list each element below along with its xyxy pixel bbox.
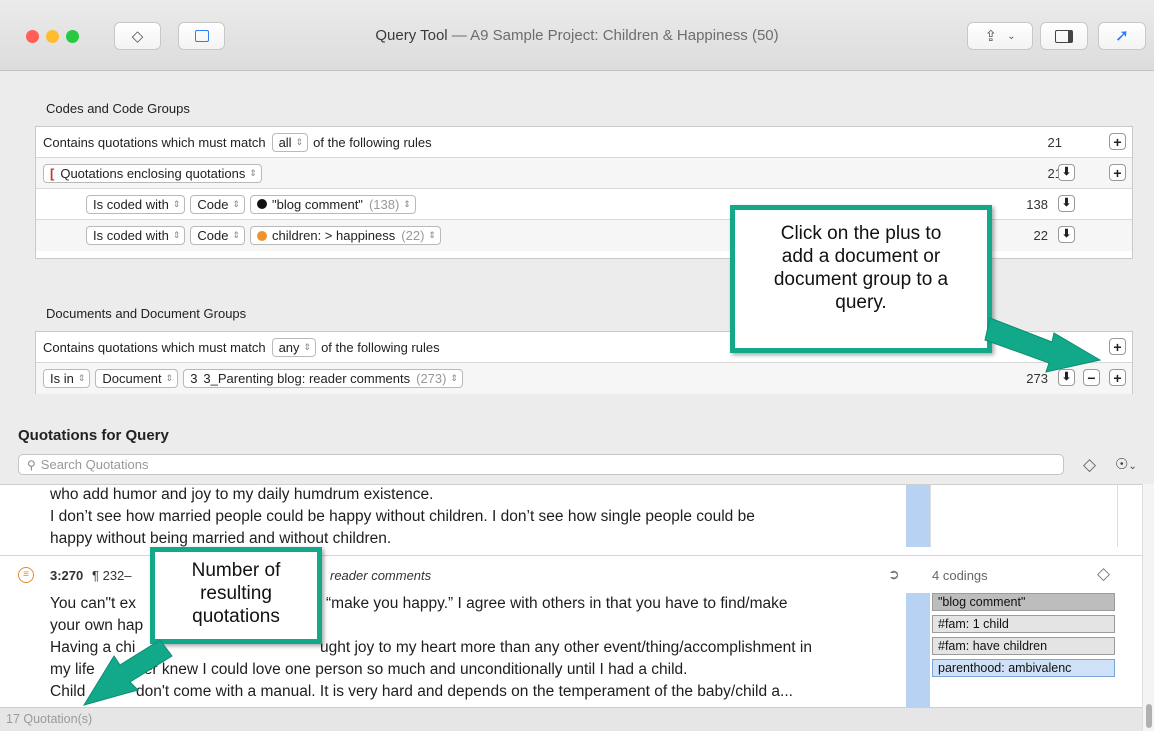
- arrow-to-plus: [984, 317, 1102, 373]
- arrow-to-count: [82, 639, 173, 706]
- callout-arrows: [82, 317, 1102, 706]
